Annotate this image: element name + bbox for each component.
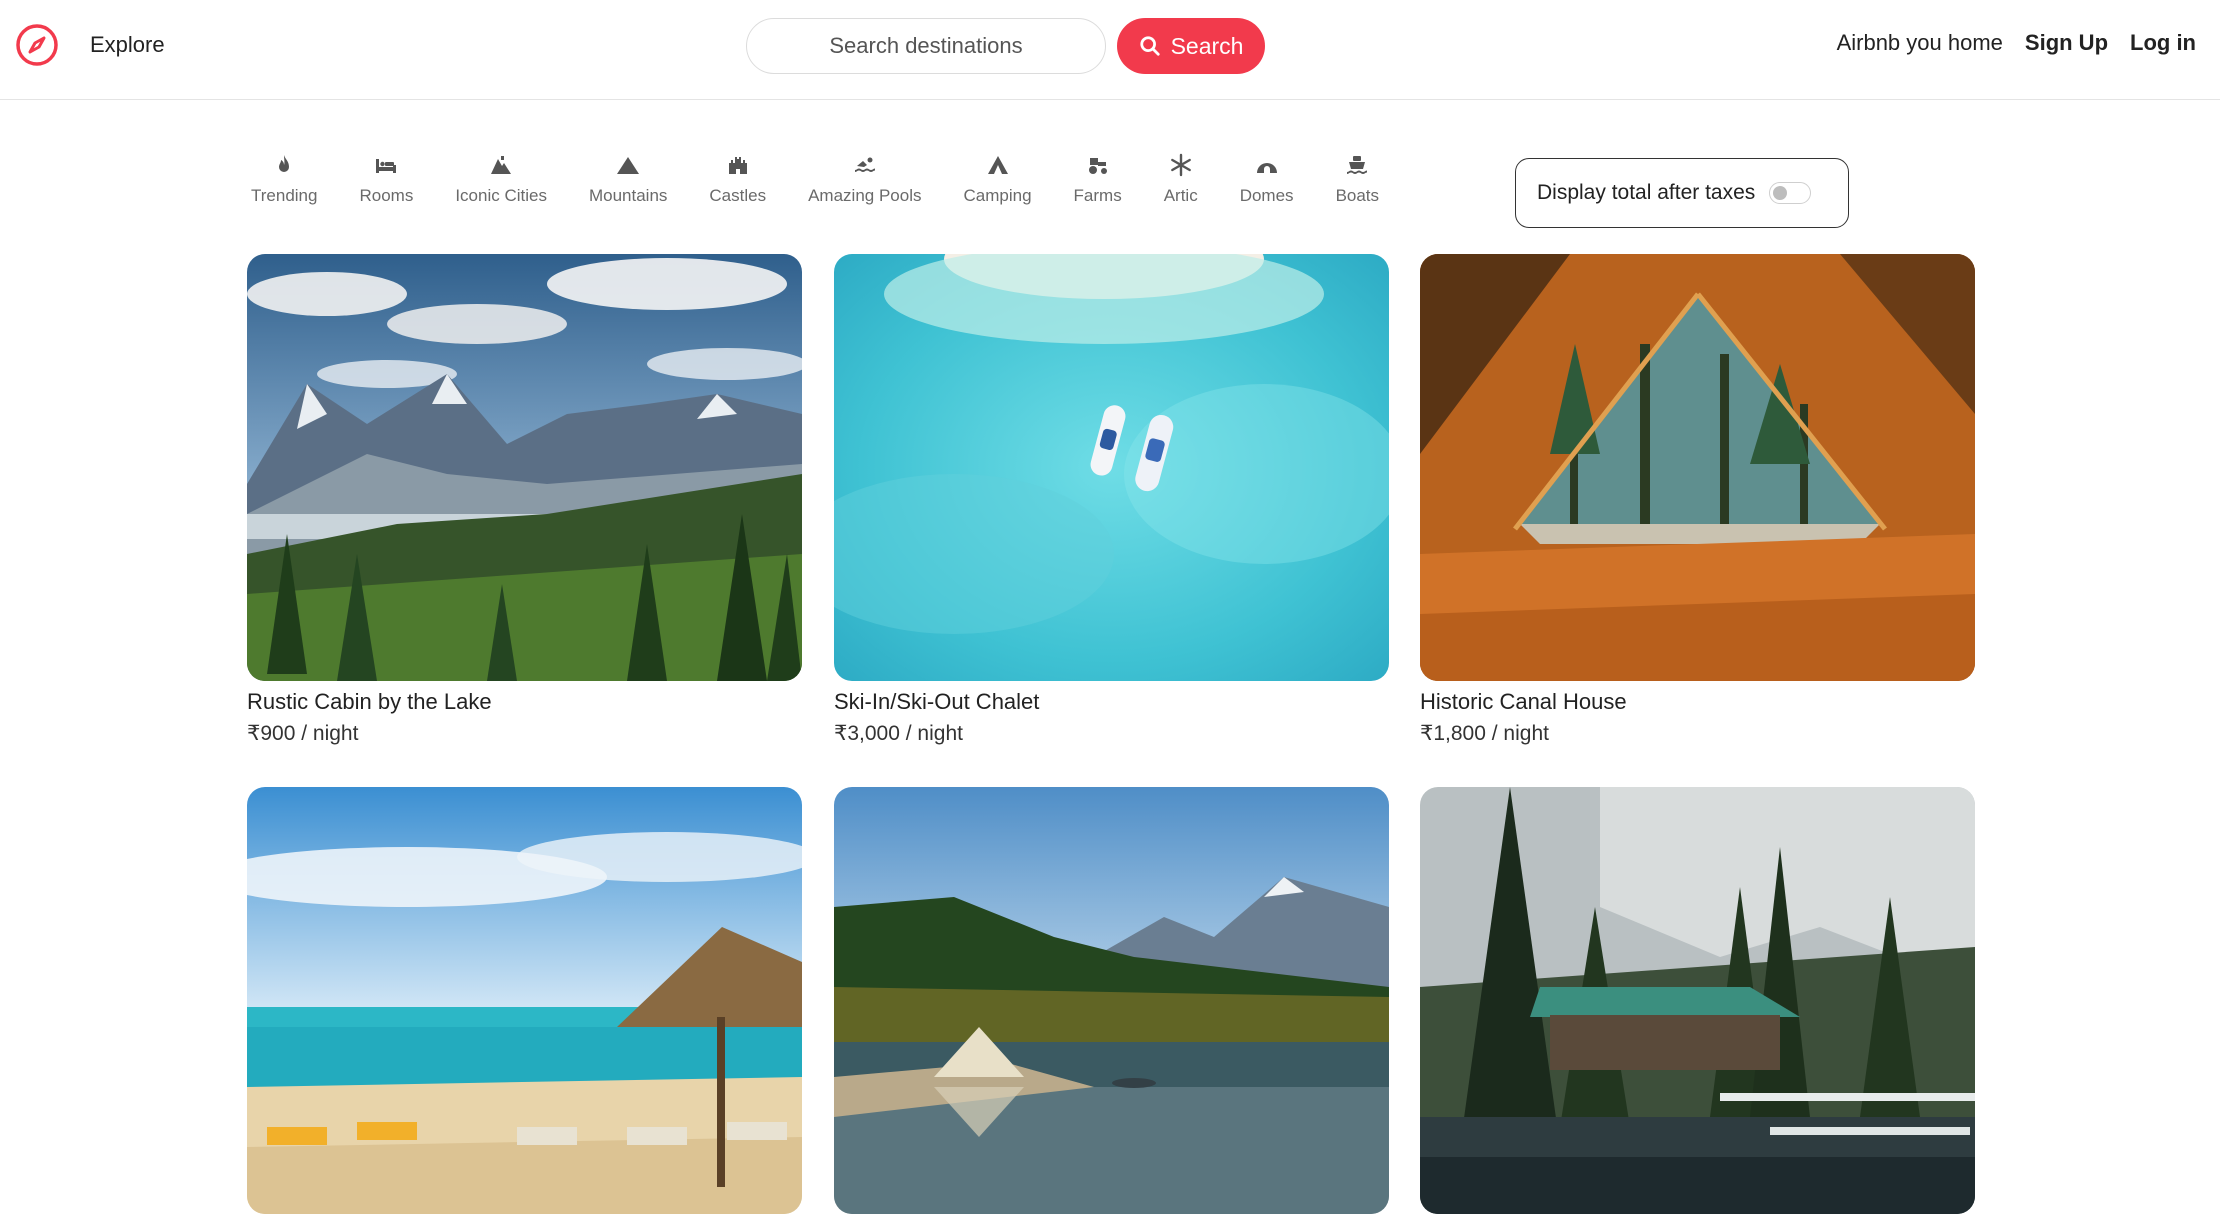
ship-icon [1344,152,1370,178]
listing-title[interactable]: Ski-In/Ski-Out Chalet [834,689,1389,715]
castle-icon [725,152,751,178]
listing-card[interactable] [247,787,802,1222]
category-label: Artic [1163,186,1198,205]
tent-icon [985,152,1011,178]
swimmer-icon [852,152,878,178]
top-navbar: Explore Search Airbnb you home Sign Up L… [0,0,2220,100]
host-link[interactable]: Airbnb you home [1837,30,2003,56]
city-icon [488,152,514,178]
snowflake-icon [1168,152,1194,178]
listing-card[interactable] [1420,787,1975,1222]
search-button-label: Search [1170,32,1244,59]
listing-image[interactable] [1420,787,1975,1214]
listing-card[interactable]: Ski-In/Ski-Out Chalet ₹3,000 / night [834,254,1389,746]
login-link[interactable]: Log in [2130,30,2196,56]
category-castles[interactable]: Castles [688,152,787,212]
fire-icon [271,152,297,178]
category-label: Domes [1239,186,1294,205]
category-iconic-cities[interactable]: Iconic Cities [434,152,568,212]
category-trending[interactable]: Trending [230,152,338,212]
category-label: Iconic Cities [455,186,547,205]
listing-title[interactable]: Rustic Cabin by the Lake [247,689,802,715]
bed-icon [373,152,399,178]
nav-right: Airbnb you home Sign Up Log in [1837,30,2196,56]
category-label: Farms [1073,186,1122,205]
listing-card[interactable] [834,787,1389,1222]
category-mountains[interactable]: Mountains [568,152,688,212]
igloo-icon [1254,152,1280,178]
taxes-toggle-label: Display total after taxes [1537,181,1756,204]
listing-image[interactable] [247,787,802,1214]
listing-price: ₹3,000 / night [834,722,963,745]
category-camping[interactable]: Camping [942,152,1052,212]
category-label: Boats [1335,186,1380,205]
toggle-knob [1773,186,1788,200]
category-bar: Trending Rooms Iconic Cities Mountains C… [230,152,1400,212]
category-label: Amazing Pools [808,186,922,205]
category-label: Camping [963,186,1032,205]
category-amazing-pools[interactable]: Amazing Pools [787,152,942,212]
category-label: Mountains [588,186,668,205]
category-label: Rooms [359,186,414,205]
listing-card[interactable]: Historic Canal House ₹1,800 / night [1420,254,1975,746]
listing-image[interactable] [834,787,1389,1214]
taxes-toggle-switch[interactable] [1769,182,1812,204]
category-boats[interactable]: Boats [1315,152,1400,212]
listing-image[interactable] [834,254,1389,681]
listing-card[interactable]: Rustic Cabin by the Lake ₹900 / night [247,254,802,746]
category-artic[interactable]: Artic [1143,152,1219,212]
taxes-toggle-box[interactable]: Display total after taxes [1515,158,1849,228]
search-icon [1139,36,1160,56]
signup-link[interactable]: Sign Up [2025,30,2108,56]
category-label: Trending [251,186,318,205]
category-domes[interactable]: Domes [1219,152,1315,212]
compass-icon[interactable] [14,22,60,68]
category-farms[interactable]: Farms [1053,152,1143,212]
listing-image[interactable] [247,254,802,681]
listing-title[interactable]: Historic Canal House [1420,689,1975,715]
listing-price: ₹1,800 / night [1420,722,1549,745]
listing-price: ₹900 / night [247,722,359,745]
search-input[interactable] [746,18,1106,74]
mountain-icon [615,152,641,178]
listing-image[interactable] [1420,254,1975,681]
explore-link[interactable]: Explore [90,32,165,58]
search-button[interactable]: Search [1117,18,1265,74]
category-label: Castles [709,186,767,205]
category-rooms[interactable]: Rooms [338,152,434,212]
tractor-icon [1085,152,1111,178]
